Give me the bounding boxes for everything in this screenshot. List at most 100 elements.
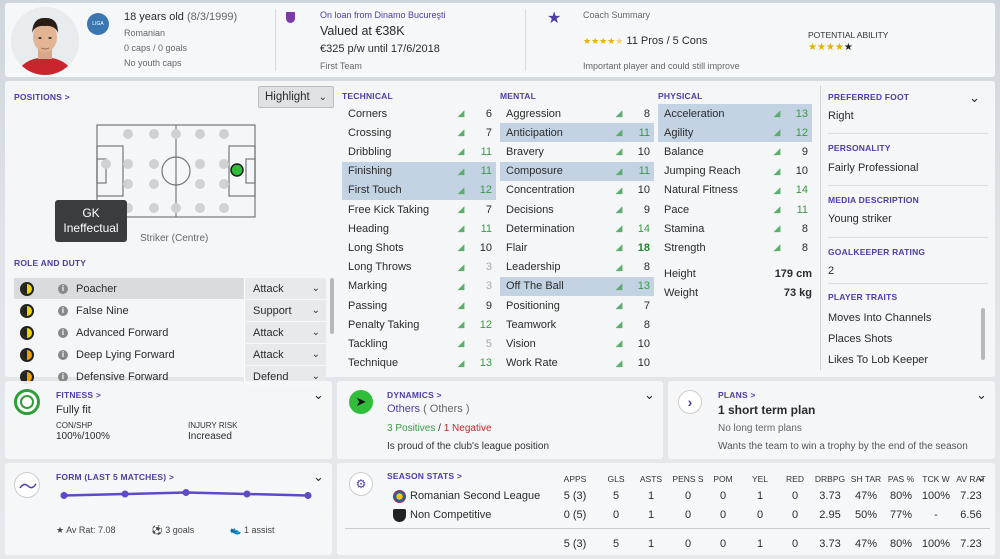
attribute-value: 7 [643,299,650,312]
attribute-row-physical[interactable]: Jumping Reach ◢ 10 [658,162,812,181]
social-group[interactable]: Others [387,403,420,415]
form-point[interactable] [182,489,190,496]
trend-arrow-icon: ◢ [615,223,623,234]
info-icon[interactable]: i [58,371,68,382]
stats-header[interactable]: APPS [553,474,597,484]
competition-name[interactable]: Non Competitive [410,509,491,521]
form-title[interactable]: FORM (LAST 5 MATCHES) > [56,472,174,482]
attribute-value: 10 [479,241,492,254]
attribute-row-mental[interactable]: Leadership ◢ 8 [500,258,654,277]
loan-link[interactable]: On loan from Dinamo Bucureşti [320,10,446,20]
attribute-row-mental[interactable]: Concentration ◢ 10 [500,181,654,200]
ball-icon: ⚽ [151,525,163,535]
attribute-row-technical[interactable]: Finishing ◢ 11 [342,161,496,181]
attribute-row-mental[interactable]: Decisions ◢ 9 [500,200,654,219]
form-point[interactable] [304,492,312,499]
attribute-row-physical[interactable]: Agility ◢ 12 [658,123,812,143]
duty-dropdown[interactable]: Attack ⌄ [244,278,326,299]
info-scrollbar[interactable] [981,308,985,360]
coach-summary-title[interactable]: Coach Summary [583,10,650,20]
attribute-name: Technique [348,357,399,370]
attribute-row-mental[interactable]: Off The Ball ◢ 13 [500,276,654,296]
attribute-row-technical[interactable]: First Touch ◢ 12 [342,180,496,200]
form-point[interactable] [60,492,68,499]
highlight-dropdown[interactable]: Highlight ⌄ [258,86,334,108]
stats-cell: 5 (3) [563,490,587,502]
role-suitability-icon [20,281,34,296]
info-icon[interactable]: i [58,327,68,338]
fitness-title[interactable]: FITNESS > [56,390,101,400]
duty-dropdown[interactable]: Attack ⌄ [244,322,326,343]
attribute-row-mental[interactable]: Teamwork ◢ 8 [500,315,654,334]
positions-title[interactable]: POSITIONS > [14,92,70,102]
role-row[interactable]: i False Nine Support ⌄ [14,300,326,321]
attribute-row-physical[interactable]: Stamina ◢ 8 [658,219,812,238]
attribute-row-technical[interactable]: Long Shots ◢ 10 [342,238,496,257]
trend-arrow-icon: ◢ [457,165,465,176]
chevron-down-icon[interactable]: ⌄ [313,387,324,403]
info-icon[interactable]: i [58,283,68,294]
role-scrollbar[interactable] [330,278,334,334]
form-point[interactable] [243,490,251,498]
stats-header[interactable]: AV RAT [949,474,993,484]
chevron-down-icon[interactable]: ⌄ [644,387,655,403]
attribute-row-physical[interactable]: Natural Fitness ◢ 14 [658,181,812,200]
role-row[interactable]: i Poacher Attack ⌄ [14,278,326,299]
role-row[interactable]: i Deep Lying Forward Attack ⌄ [14,344,326,365]
attribute-row-technical[interactable]: Marking ◢ 3 [342,277,496,296]
attribute-row-mental[interactable]: Vision ◢ 10 [500,334,654,353]
season-stats-title[interactable]: SEASON STATS > [387,471,462,481]
long-term-plan: No long term plans [718,423,802,434]
attribute-row-mental[interactable]: Determination ◢ 14 [500,219,654,238]
stats-cell: 7.23 [960,490,982,502]
attribute-row-technical[interactable]: Long Throws ◢ 3 [342,258,496,277]
attribute-row-technical[interactable]: Heading ◢ 11 [342,219,496,238]
attribute-row-physical[interactable]: Acceleration ◢ 13 [658,104,812,123]
attribute-row-mental[interactable]: Anticipation ◢ 11 [500,123,654,143]
attribute-row-mental[interactable]: Work Rate ◢ 10 [500,354,654,373]
form-point[interactable] [121,490,129,498]
attribute-row-technical[interactable]: Dribbling ◢ 11 [342,142,496,161]
attribute-row-mental[interactable]: Flair ◢ 18 [500,238,654,257]
attribute-name: Pace [664,203,690,216]
trend-arrow-icon: ◢ [457,184,465,195]
attribute-value: 12 [795,126,808,139]
attribute-row-mental[interactable]: Positioning ◢ 7 [500,296,654,315]
attribute-row-technical[interactable]: Passing ◢ 9 [342,296,496,315]
youth-caps: No youth caps [124,58,182,68]
attribute-value: 14 [795,184,808,197]
attribute-row-mental[interactable]: Composure ◢ 11 [500,161,654,181]
attribute-value: 10 [637,357,650,370]
attribute-row-technical[interactable]: Technique ◢ 13 [342,354,496,373]
duty-dropdown[interactable]: Support ⌄ [244,300,326,321]
height-value: 179 cm [774,268,812,280]
duty-dropdown[interactable]: Attack ⌄ [244,344,326,365]
stats-cell: 5 (3) [563,538,587,550]
attribute-row-technical[interactable]: Corners ◢ 6 [342,104,496,123]
chevron-down-icon[interactable]: ⌄ [976,387,987,403]
info-icon[interactable]: i [58,349,68,360]
attribute-row-mental[interactable]: Aggression ◢ 8 [500,104,654,123]
attribute-row-technical[interactable]: Penalty Taking ◢ 12 [342,315,496,334]
chevron-right-icon[interactable]: › [678,390,702,414]
competition-name[interactable]: Romanian Second League [410,490,540,502]
club-badge-icon: LIGA [87,13,109,35]
attribute-row-technical[interactable]: Free Kick Taking ◢ 7 [342,200,496,219]
attribute-value: 7 [485,126,492,139]
plans-title[interactable]: PLANS > [718,390,756,400]
attribute-value: 6 [485,107,492,120]
chevron-down-icon[interactable]: ⌄ [969,90,980,106]
trend-arrow-icon: ◢ [457,319,465,330]
info-icon[interactable]: i [58,305,68,316]
attribute-row-physical[interactable]: Strength ◢ 8 [658,238,812,257]
dynamics-title[interactable]: DYNAMICS > [387,390,442,400]
attribute-row-mental[interactable]: Bravery ◢ 10 [500,142,654,161]
role-row[interactable]: i Advanced Forward Attack ⌄ [14,322,326,343]
fitness-icon [14,389,40,415]
attribute-row-physical[interactable]: Pace ◢ 11 [658,200,812,219]
attribute-row-physical[interactable]: Balance ◢ 9 [658,142,812,161]
attribute-row-technical[interactable]: Crossing ◢ 7 [342,123,496,142]
attribute-row-technical[interactable]: Tackling ◢ 5 [342,334,496,353]
squad-status: First Team [320,61,362,71]
attribute-name: Tackling [348,337,388,350]
